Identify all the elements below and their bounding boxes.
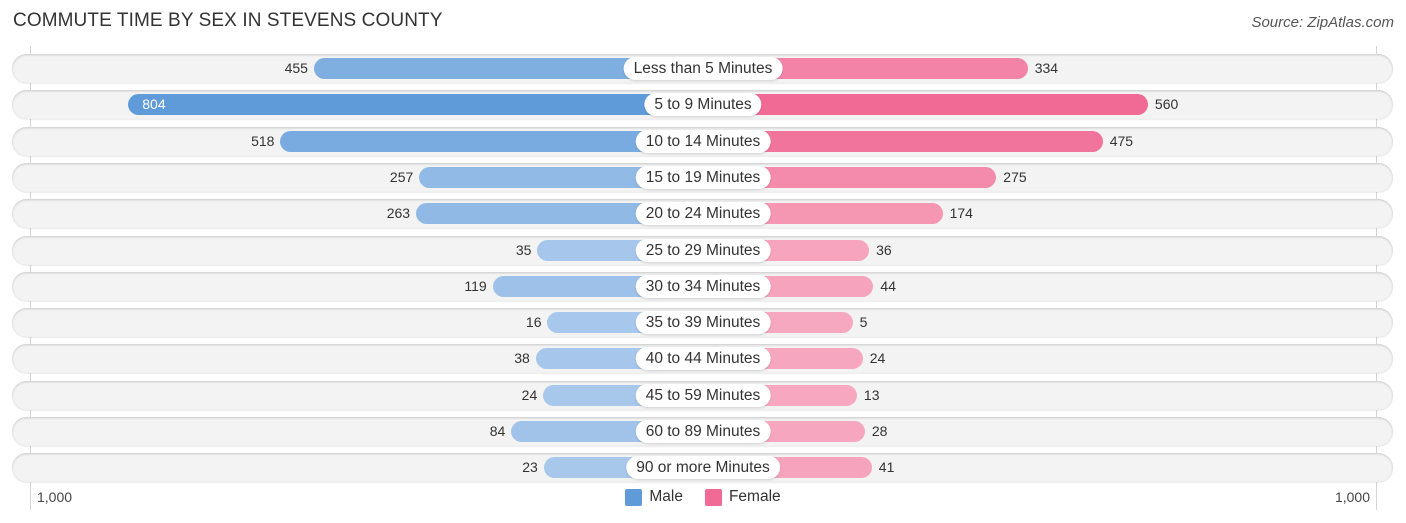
value-label-female: 36 [876,241,892,258]
value-label-male: 38 [514,350,530,367]
value-label-male: 263 [386,205,411,222]
source-label: Source: ZipAtlas.com [1251,14,1394,31]
legend-swatch-male [625,488,643,506]
value-label-female: 44 [880,277,896,294]
value-label-female: 475 [1109,132,1134,149]
category-label: 30 to 34 Minutes [635,274,771,298]
value-label-male: 257 [389,168,414,185]
legend-label-male: Male [649,488,683,505]
value-label-female: 28 [871,423,888,439]
category-label: 10 to 14 Minutes [635,129,771,153]
value-label-female: 334 [1034,60,1059,76]
bar-female [703,94,1148,116]
value-label-male: 23 [522,459,538,476]
value-label-male: 84 [489,423,506,439]
value-label-male: 455 [284,60,308,76]
value-label-female: 275 [1003,168,1027,185]
category-label: 40 to 44 Minutes [635,347,771,371]
legend-label-female: Female [728,488,781,505]
value-label-female: 560 [1154,96,1179,113]
value-label-male: 119 [464,277,487,294]
chart-title: COMMUTE TIME BY SEX IN STEVENS COUNTY [13,10,443,31]
legend: Male Female [0,488,1406,506]
value-label-female: 5 [859,314,868,331]
category-label: 20 to 24 Minutes [635,202,771,226]
value-label-female: 41 [878,459,895,476]
legend-item-male: Male [625,488,683,506]
value-label-female: 174 [949,205,973,222]
value-label-female: 24 [869,350,886,367]
value-label-male: 35 [515,241,532,258]
value-label-male: 804 [142,96,166,113]
category-label: 5 to 9 Minutes [644,93,762,117]
category-label: 25 to 29 Minutes [635,238,771,262]
category-label: 60 to 89 Minutes [635,420,771,443]
value-label-female: 13 [863,386,880,403]
bar-male [128,94,703,116]
value-label-male: 518 [251,132,275,149]
legend-swatch-female [704,488,722,506]
category-label: 90 or more Minutes [626,456,780,480]
category-label: 35 to 39 Minutes [635,311,771,335]
category-label: Less than 5 Minutes [623,57,783,80]
value-label-male: 16 [525,314,542,331]
legend-item-female: Female [704,488,781,506]
value-label-male: 24 [521,386,538,403]
category-label: 45 to 59 Minutes [635,383,771,407]
category-label: 15 to 19 Minutes [635,165,771,189]
